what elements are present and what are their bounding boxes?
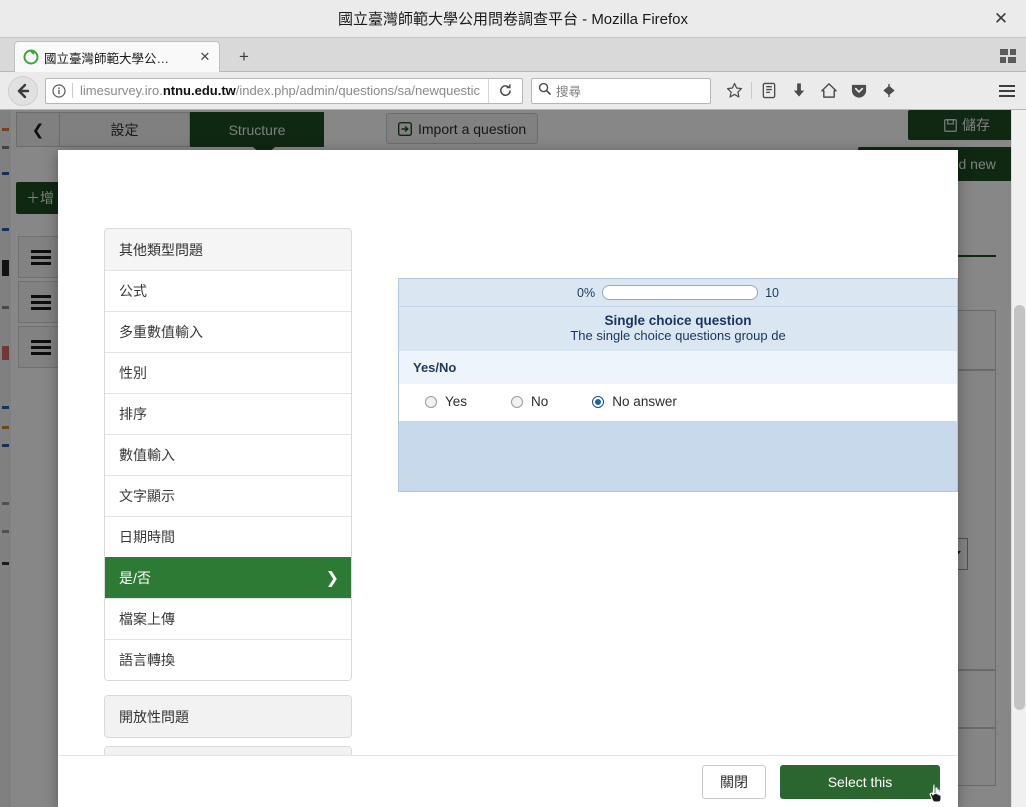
search-icon — [538, 82, 551, 100]
url-prefix: limesurvey.iro. — [80, 83, 163, 98]
radio-no[interactable] — [511, 395, 524, 408]
page-scrollbar[interactable] — [1011, 110, 1026, 807]
hamburger-menu-icon[interactable] — [994, 80, 1020, 102]
star-icon[interactable] — [719, 78, 749, 104]
question-type-selector-modal: 其他類型問題 公式 多重數值輸入 性別 排序 數值輸入 文字顯示 日期時間 是/… — [58, 150, 958, 807]
modal-footer: 關閉 Select this — [58, 755, 958, 807]
tab-close-icon[interactable]: ✕ — [197, 49, 213, 65]
screenshot-root: 國立臺灣師範大學公用問卷調查平台 - Mozilla Firefox ✕ 國立臺… — [0, 0, 1026, 807]
browser-tab-title: 國立臺灣師範大學公… — [44, 51, 170, 66]
progress-left-label: 0% — [577, 285, 596, 300]
question-type-item-file-upload[interactable]: 檔案上傳 — [105, 598, 351, 639]
question-type-label: 公式 — [119, 283, 147, 299]
question-type-group-header-multiple-choice[interactable]: 多選問題 — [105, 747, 351, 755]
browser-navbar: limesurvey.iro.ntnu.edu.tw/index.php/adm… — [0, 72, 1026, 110]
question-type-item-text-display[interactable]: 文字顯示 — [105, 475, 351, 516]
question-type-label: 日期時間 — [119, 529, 175, 545]
sync-icon[interactable] — [874, 78, 904, 104]
home-icon[interactable] — [814, 78, 844, 104]
question-type-item-yes-no[interactable]: 是/否 ❯ — [105, 557, 351, 598]
window-title: 國立臺灣師範大學公用問卷調查平台 - Mozilla Firefox — [337, 11, 689, 28]
question-type-label: 多重數值輸入 — [119, 324, 203, 340]
list-all-tabs-icon[interactable] — [998, 46, 1020, 66]
preview-question-block: Yes/No Yes No No answer — [399, 351, 957, 421]
site-favicon-icon — [23, 49, 39, 65]
url-domain: ntnu.edu.tw — [162, 83, 236, 98]
preview-option-label: No answer — [612, 394, 677, 409]
question-type-item-date-time[interactable]: 日期時間 — [105, 516, 351, 557]
site-info-icon[interactable] — [46, 83, 72, 98]
question-type-label: 數值輸入 — [119, 447, 175, 463]
limesurvey-page: ❮ 設定 Structure ＋增 Import a question 儲存 n… — [0, 110, 1026, 807]
preview-option-no[interactable]: No — [511, 394, 548, 409]
progress-right-label: 10 — [765, 285, 779, 300]
question-type-item-gender[interactable]: 性別 — [105, 352, 351, 393]
download-arrow-icon[interactable] — [784, 78, 814, 104]
preview-option-yes[interactable]: Yes — [425, 394, 467, 409]
radio-yes[interactable] — [425, 395, 437, 408]
library-icon[interactable] — [754, 78, 784, 104]
question-type-group-header[interactable]: 其他類型問題 — [105, 229, 351, 270]
question-type-label: 性別 — [119, 365, 147, 381]
pocket-icon[interactable] — [844, 78, 874, 104]
question-type-group: 其他類型問題 公式 多重數值輸入 性別 排序 數值輸入 文字顯示 日期時間 是/… — [104, 228, 352, 681]
preview-group-title: Single choice question — [604, 313, 752, 328]
preview-group-description: The single choice questions group de — [570, 328, 786, 343]
question-type-label: 檔案上傳 — [119, 611, 175, 627]
progress-bar — [602, 285, 759, 300]
question-type-item-multiple-numerical[interactable]: 多重數值輸入 — [105, 311, 351, 352]
back-arrow-icon[interactable] — [8, 75, 38, 106]
search-bar[interactable]: 搜尋 — [531, 77, 711, 104]
close-modal-button[interactable]: 關閉 — [702, 764, 766, 799]
browser-tab[interactable]: 國立臺灣師範大學公… ✕ — [14, 41, 220, 72]
window-close-icon[interactable]: ✕ — [984, 0, 1018, 38]
question-type-label: 語言轉換 — [119, 652, 175, 668]
url-path: /index.php/admin/questions/sa/newquestic — [235, 83, 481, 98]
browser-titlebar: 國立臺灣師範大學公用問卷調查平台 - Mozilla Firefox ✕ — [0, 0, 1026, 38]
select-question-type-button[interactable]: Select this — [780, 764, 940, 799]
question-type-group: 開放性問題 — [104, 695, 352, 738]
preview-option-label: Yes — [445, 394, 468, 409]
question-type-label: 排序 — [119, 406, 147, 422]
question-type-group-header-open-ended[interactable]: 開放性問題 — [105, 696, 351, 737]
page-scrollbar-thumb[interactable] — [1014, 305, 1025, 710]
reload-icon[interactable] — [488, 78, 522, 103]
navbar-icon-group — [719, 78, 904, 104]
search-input-placeholder: 搜尋 — [556, 85, 582, 99]
question-type-group: 多選問題 — [104, 746, 352, 755]
radio-no-answer[interactable] — [592, 395, 605, 408]
new-tab-button[interactable]: + — [232, 46, 256, 68]
preview-progress-row: 0% 10 — [399, 279, 957, 307]
chevron-right-icon: ❯ — [325, 570, 339, 587]
preview-question-title: Yes/No — [413, 360, 457, 375]
preview-option-no-answer[interactable]: No answer — [592, 394, 677, 409]
navbar-divider — [751, 82, 752, 99]
question-preview: 0% 10 Single choice question The single … — [398, 278, 958, 492]
question-type-label: 是/否 — [119, 570, 151, 586]
url-text: limesurvey.iro.ntnu.edu.tw/index.php/adm… — [73, 83, 488, 98]
modal-body: 其他類型問題 公式 多重數值輸入 性別 排序 數值輸入 文字顯示 日期時間 是/… — [58, 150, 958, 755]
url-bar[interactable]: limesurvey.iro.ntnu.edu.tw/index.php/adm… — [45, 77, 523, 104]
question-type-list: 其他類型問題 公式 多重數值輸入 性別 排序 數值輸入 文字顯示 日期時間 是/… — [104, 228, 352, 755]
question-type-item-formula[interactable]: 公式 — [105, 270, 351, 311]
preview-group-header: Single choice question The single choice… — [399, 307, 957, 351]
preview-answer-options: Yes No No answer — [399, 384, 957, 421]
question-type-item-ranking[interactable]: 排序 — [105, 393, 351, 434]
question-type-label: 文字顯示 — [119, 488, 175, 504]
browser-tabstrip: 國立臺灣師範大學公… ✕ + — [0, 38, 1026, 72]
preview-option-label: No — [531, 394, 549, 409]
question-type-item-numerical[interactable]: 數值輸入 — [105, 434, 351, 475]
question-type-item-language-switch[interactable]: 語言轉換 — [105, 639, 351, 680]
